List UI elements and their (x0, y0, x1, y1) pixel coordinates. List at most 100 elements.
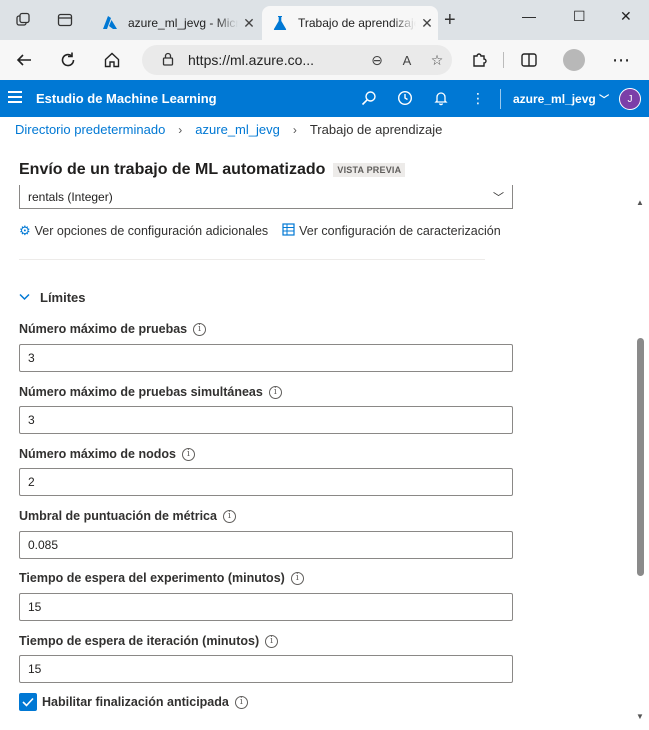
url-text: https://ml.azure.co... (188, 52, 315, 68)
scroll-up-arrow-icon[interactable]: ▲ (636, 198, 644, 207)
minimize-icon[interactable]: — (522, 8, 536, 24)
config-links: ⚙ Ver opciones de configuración adiciona… (19, 223, 501, 239)
early-termination-label: Habilitar finalización anticipada (42, 695, 229, 709)
tab-actions-icon[interactable] (56, 11, 74, 29)
browser-tab-workspace[interactable]: azure_ml_jevg - Microsoft Azure ✕ (92, 6, 260, 40)
info-icon[interactable]: i (181, 447, 195, 461)
page-title: Envío de un trabajo de ML automatizado V… (19, 161, 406, 179)
info-icon[interactable]: i (222, 509, 236, 523)
featurization-icon (282, 223, 295, 239)
back-icon[interactable] (13, 49, 35, 71)
browser-tab-training-job[interactable]: Trabajo de aprendizaje ✕ (262, 6, 438, 40)
home-icon[interactable] (101, 49, 123, 71)
field-value: 15 (28, 600, 42, 614)
field-value: 3 (28, 413, 35, 427)
settings-more-icon[interactable]: ⋮ (469, 89, 487, 107)
section-divider (19, 259, 485, 260)
field-value: 0.085 (28, 538, 59, 552)
metric-threshold-input[interactable]: 0.085 (19, 531, 513, 559)
field-value: 3 (28, 351, 35, 365)
window-close-icon[interactable]: ✕ (620, 8, 632, 25)
history-icon[interactable] (396, 89, 414, 107)
tab-title: azure_ml_jevg - Microsoft Azure (128, 16, 238, 30)
preview-badge: VISTA PREVIA (333, 163, 406, 177)
close-icon[interactable]: ✕ (416, 15, 438, 32)
browser-profile-avatar[interactable] (563, 49, 585, 71)
zoom-out-icon[interactable]: ⊖ (362, 52, 392, 69)
scrollbar-thumb[interactable] (637, 338, 644, 576)
target-column-value: rentals (Integer) (28, 189, 113, 204)
chevron-right-icon: › (178, 122, 183, 137)
breadcrumb-current: Trabajo de aprendizaje (309, 122, 443, 137)
experiment-timeout-label: Tiempo de espera del experimento (minuto… (19, 571, 304, 585)
max-trials-input[interactable]: 3 (19, 344, 513, 372)
tab-title: Trabajo de aprendizaje (298, 16, 416, 30)
toolbar-divider (503, 52, 504, 68)
page-title-text: Envío de un trabajo de ML automatizado (19, 161, 326, 178)
browser-toolbar: https://ml.azure.co... ⊖ A ☆ ⋯ (0, 40, 649, 80)
read-aloud-icon[interactable]: A (392, 53, 422, 68)
extensions-icon[interactable] (468, 49, 490, 71)
limits-section-title: Límites (40, 290, 86, 305)
more-options-icon[interactable]: ⋯ (610, 49, 632, 71)
info-icon[interactable]: i (265, 634, 279, 648)
field-value: 15 (28, 662, 42, 676)
field-label-text: Umbral de puntuación de métrica (19, 509, 217, 523)
info-icon[interactable]: i (268, 385, 282, 399)
max-concurrent-trials-input[interactable]: 3 (19, 406, 513, 434)
chevron-right-icon: › (292, 122, 297, 137)
max-nodes-label: Número máximo de nodos i (19, 447, 195, 461)
experiment-timeout-input[interactable]: 15 (19, 593, 513, 621)
additional-config-link[interactable]: ⚙ Ver opciones de configuración adiciona… (19, 223, 268, 239)
address-bar[interactable]: https://ml.azure.co... ⊖ A ☆ (142, 45, 452, 75)
user-avatar[interactable]: J (619, 88, 641, 110)
info-icon[interactable]: i (290, 571, 304, 585)
breadcrumb-directory[interactable]: Directorio predeterminado (15, 122, 165, 137)
field-label-text: Número máximo de pruebas (19, 322, 188, 336)
scroll-down-arrow-icon[interactable]: ▼ (636, 712, 644, 721)
max-nodes-input[interactable]: 2 (19, 468, 513, 496)
hamburger-menu-icon[interactable] (8, 91, 22, 103)
field-label-text: Número máximo de pruebas simultáneas (19, 385, 263, 399)
gear-icon: ⚙ (19, 223, 31, 238)
maximize-icon[interactable]: ☐ (573, 8, 586, 25)
field-label-text: Tiempo de espera del experimento (minuto… (19, 571, 285, 585)
info-icon[interactable]: i (234, 695, 248, 709)
field-value: 2 (28, 475, 35, 489)
chevron-down-icon: ﹀ (493, 192, 504, 204)
refresh-icon[interactable] (57, 49, 79, 71)
iteration-timeout-label: Tiempo de espera de iteración (minutos) … (19, 634, 279, 648)
additional-config-label: Ver opciones de configuración adicionale… (34, 224, 269, 238)
featurization-label: Ver configuración de caracterización (299, 224, 501, 238)
breadcrumb: Directorio predeterminado › azure_ml_jev… (15, 122, 442, 137)
workspace-selector[interactable]: azure_ml_jevg ﹀ (513, 91, 609, 106)
notifications-bell-icon[interactable] (432, 89, 450, 107)
app-brand[interactable]: Estudio de Machine Learning (36, 91, 217, 106)
info-icon[interactable]: i (193, 322, 207, 336)
early-termination-checkbox-row[interactable]: Habilitar finalización anticipada i (19, 693, 248, 711)
breadcrumb-workspace[interactable]: azure_ml_jevg (195, 122, 280, 137)
target-column-select[interactable]: rentals (Integer) ﹀ (19, 185, 513, 209)
chevron-down-icon (19, 292, 30, 304)
close-icon[interactable]: ✕ (238, 15, 260, 32)
chevron-down-icon: ﹀ (599, 95, 610, 106)
form-scroll-area[interactable]: rentals (Integer) ﹀ ⚙ Ver opciones de co… (0, 185, 632, 730)
workspace-name: azure_ml_jevg (513, 92, 596, 106)
workspaces-icon[interactable] (14, 11, 32, 29)
field-label-text: Tiempo de espera de iteración (minutos) (19, 634, 260, 648)
favorite-star-icon[interactable]: ☆ (422, 52, 452, 69)
split-screen-icon[interactable] (518, 49, 540, 71)
header-divider (500, 89, 501, 109)
max-trials-label: Número máximo de pruebas i (19, 322, 207, 336)
metric-threshold-label: Umbral de puntuación de métrica i (19, 509, 236, 523)
lock-icon (162, 52, 174, 69)
early-termination-checkbox[interactable] (19, 693, 37, 711)
browser-titlebar: azure_ml_jevg - Microsoft Azure ✕ Trabaj… (0, 0, 649, 40)
iteration-timeout-input[interactable]: 15 (19, 655, 513, 683)
field-label-text: Número máximo de nodos (19, 447, 176, 461)
azure-icon (103, 16, 117, 29)
featurization-link[interactable]: Ver configuración de caracterización (282, 223, 501, 239)
new-tab-icon[interactable]: + (444, 10, 456, 30)
limits-section-header[interactable]: Límites (19, 290, 86, 305)
search-icon[interactable] (360, 89, 378, 107)
